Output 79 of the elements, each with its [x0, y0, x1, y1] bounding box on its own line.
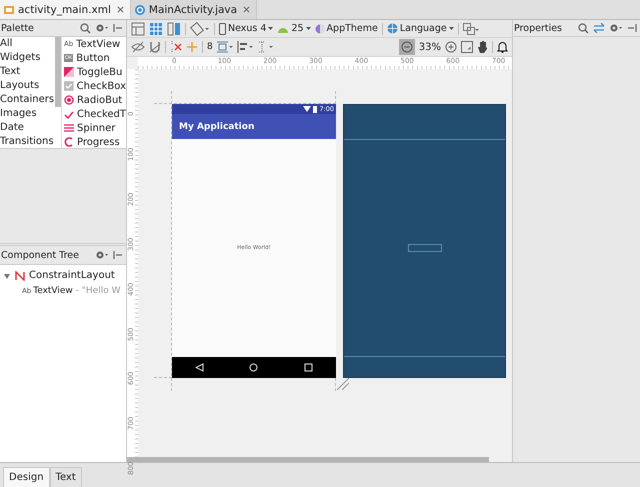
- swap-icon[interactable]: [593, 23, 605, 33]
- zoom-out-icon[interactable]: [398, 39, 415, 55]
- mode-tab[interactable]: Text: [50, 467, 82, 487]
- app-title: My Application: [179, 122, 254, 132]
- scrollbar[interactable]: [55, 37, 61, 107]
- zoom-level: 33%: [418, 42, 441, 52]
- progress-icon: [64, 137, 74, 147]
- close-icon[interactable]: [116, 6, 124, 13]
- palette-item[interactable]: Spinner: [64, 121, 126, 135]
- expand-arrow-icon[interactable]: [3, 272, 11, 280]
- settings-icon[interactable]: [609, 23, 623, 33]
- palette-category[interactable]: Images: [0, 107, 55, 121]
- api-dropdown[interactable]: 25: [277, 23, 311, 34]
- dropdown-arrow-icon: [268, 27, 274, 30]
- fit-screen-icon[interactable]: [461, 41, 473, 53]
- eye-icon[interactable]: [131, 41, 145, 53]
- recents-icon[interactable]: [304, 363, 314, 372]
- pin-icon[interactable]: [113, 23, 123, 33]
- list-icon: [64, 123, 74, 133]
- bell-icon[interactable]: [497, 41, 508, 53]
- search-icon[interactable]: [578, 22, 589, 34]
- blueprint-text-widget[interactable]: [408, 244, 442, 252]
- editor-tab[interactable]: MainActivity.java: [130, 0, 258, 19]
- zoom-in-icon[interactable]: [445, 41, 457, 53]
- hand-icon[interactable]: [477, 41, 488, 53]
- scrollbar[interactable]: [127, 457, 489, 462]
- home-icon[interactable]: [249, 363, 258, 372]
- globe-icon: [386, 23, 398, 34]
- palette-category[interactable]: Text: [0, 65, 55, 79]
- check-icon: [64, 109, 74, 119]
- grid-icon[interactable]: [149, 22, 163, 36]
- palette-category[interactable]: Layouts: [0, 79, 55, 93]
- search-icon[interactable]: [80, 22, 91, 34]
- settings-icon[interactable]: [95, 23, 109, 33]
- palette-category[interactable]: Transitions: [0, 135, 55, 148]
- toggle-icon: [64, 67, 74, 77]
- properties-title: Properties: [514, 22, 564, 34]
- palette-item[interactable]: CheckBox: [64, 79, 126, 93]
- guidelines-icon[interactable]: [256, 41, 273, 53]
- wifi-icon: [303, 106, 312, 112]
- battery-icon: [313, 106, 318, 112]
- magnet-icon[interactable]: [149, 41, 161, 53]
- editor-tab[interactable]: activity_main.xml: [0, 0, 131, 19]
- columns-icon[interactable]: [167, 22, 181, 36]
- layout-variants-icon[interactable]: [462, 22, 479, 34]
- tree-item[interactable]: ConstraintLayout: [0, 268, 126, 283]
- palette-category[interactable]: Widgets: [0, 51, 55, 65]
- pin-icon[interactable]: [113, 250, 123, 260]
- mode-tab[interactable]: Design: [3, 467, 50, 487]
- close-icon[interactable]: [243, 6, 250, 13]
- layout-icon: [15, 270, 25, 280]
- palette-category[interactable]: Date: [0, 121, 55, 135]
- component-tree-title: Component Tree: [1, 250, 80, 260]
- clear-constraints-icon[interactable]: [170, 41, 182, 53]
- align-icon[interactable]: [236, 41, 253, 53]
- theme-icon: [314, 24, 325, 34]
- back-icon[interactable]: [194, 363, 204, 372]
- palette-item[interactable]: Progress: [64, 135, 126, 148]
- checkbox-icon: [64, 81, 74, 91]
- class-icon: [134, 4, 146, 16]
- palette-title: Palette: [1, 22, 35, 34]
- device-dropdown[interactable]: Nexus 4: [219, 22, 274, 34]
- phone-icon: [219, 22, 226, 34]
- palette-item[interactable]: RadioBut: [64, 93, 126, 107]
- palette-category[interactable]: All: [0, 37, 55, 51]
- language-dropdown[interactable]: Language: [386, 23, 454, 34]
- file-icon: [3, 4, 15, 16]
- palette-category[interactable]: Containers: [0, 93, 55, 107]
- theme-dropdown[interactable]: AppTheme: [314, 23, 378, 34]
- dropdown-arrow-icon: [306, 27, 311, 30]
- resize-handle-icon[interactable]: [337, 378, 349, 390]
- default-margin-value[interactable]: 8: [207, 42, 213, 52]
- palette-item[interactable]: ToggleBu: [64, 65, 126, 79]
- dropdown-arrow-icon: [448, 27, 454, 30]
- layout-icon[interactable]: [131, 22, 145, 36]
- pin-icon[interactable]: [627, 23, 637, 33]
- settings-icon[interactable]: [95, 250, 109, 260]
- palette-item[interactable]: CheckedT: [64, 107, 126, 121]
- radio-icon: [64, 95, 74, 105]
